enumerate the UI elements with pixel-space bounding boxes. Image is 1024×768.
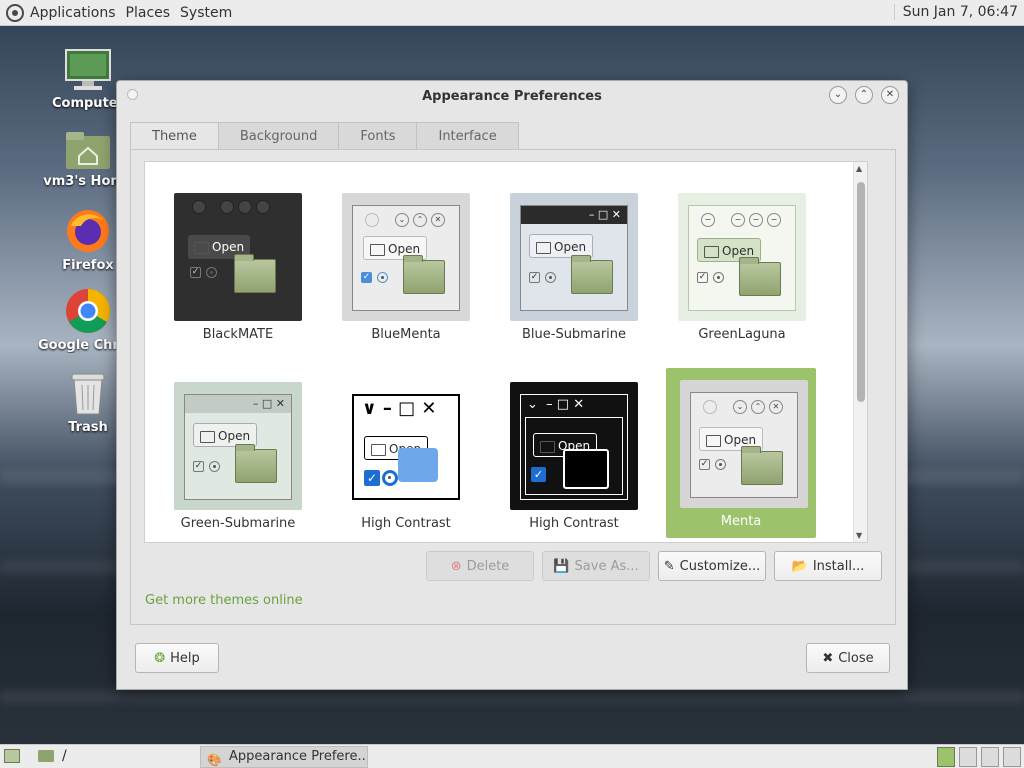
help-label: Help — [170, 650, 200, 666]
get-more-themes-link[interactable]: Get more themes online — [145, 593, 303, 608]
theme-preview: Open ✓ — [174, 193, 302, 321]
show-desktop-icon[interactable] — [4, 749, 20, 763]
close-icon[interactable]: ✕ — [881, 86, 899, 104]
theme-name: BlueMenta — [371, 327, 441, 342]
save-as-button[interactable]: 💾 Save As... — [542, 551, 650, 581]
task-label: Appearance Prefere... — [229, 749, 368, 764]
theme-item-menta[interactable]: ⌄ ⌃ ✕ Open ✓ Menta — [666, 368, 816, 538]
workspace-2[interactable] — [959, 747, 977, 767]
theme-preview: ⌄ ⌃ ✕ Open ✓ — [680, 380, 808, 508]
theme-name: High Contrast — [529, 516, 619, 531]
theme-item-blackmate[interactable]: Open ✓ BlackMATE — [163, 181, 313, 351]
folder-icon[interactable] — [38, 750, 54, 762]
theme-name: High Contrast — [361, 516, 451, 531]
theme-panel: Open ✓ BlackMATE ⌄ ⌃ ✕ Open ✓ BlueMenta … — [130, 149, 896, 625]
appearance-preferences-window: Appearance Preferences ⌄ ⌃ ✕ Theme Backg… — [116, 80, 908, 690]
workspace-3[interactable] — [981, 747, 999, 767]
scroll-thumb[interactable] — [857, 182, 865, 402]
computer-icon — [64, 48, 112, 92]
menu-system[interactable]: System — [180, 5, 232, 21]
tab-theme[interactable]: Theme — [130, 122, 219, 150]
theme-list-scrollbar[interactable]: ▲ ▼ — [853, 162, 867, 542]
trash-icon — [68, 370, 108, 416]
install-button[interactable]: 📂 Install... — [774, 551, 882, 581]
theme-list[interactable]: Open ✓ BlackMATE ⌄ ⌃ ✕ Open ✓ BlueMenta … — [144, 161, 868, 543]
clock[interactable]: Sun Jan 7, 06:47 — [893, 4, 1018, 20]
window-title: Appearance Preferences — [422, 88, 602, 104]
theme-preview: – □ ✕ Open ✓ — [510, 193, 638, 321]
theme-preview: – □ ✕ Open ✓ — [174, 382, 302, 510]
theme-preview: ⌄ – □ ✕ Open ✓ — [510, 382, 638, 510]
theme-item-blue-submarine[interactable]: – □ ✕ Open ✓ Blue-Submarine — [499, 181, 649, 351]
scroll-down-icon[interactable]: ▼ — [856, 531, 862, 540]
theme-item-green-submarine[interactable]: – □ ✕ Open ✓ Green-Submarine — [163, 370, 313, 540]
tab-background[interactable]: Background — [217, 122, 340, 150]
delete-label: Delete — [466, 558, 510, 574]
close-button[interactable]: ✖ Close — [806, 643, 890, 673]
menu-places[interactable]: Places — [126, 5, 171, 21]
customize-label: Customize... — [679, 558, 761, 574]
install-icon: 📂 — [791, 558, 808, 574]
firefox-icon — [65, 208, 111, 254]
minimize-icon[interactable]: ⌄ — [829, 86, 847, 104]
workspace-1[interactable] — [937, 747, 955, 767]
theme-preview: ⌄ ⌃ ✕ Open ✓ — [342, 193, 470, 321]
tab-interface[interactable]: Interface — [416, 122, 519, 150]
theme-name: Green-Submarine — [180, 516, 296, 531]
window-menu-icon[interactable] — [127, 89, 138, 100]
theme-item-high-contrast[interactable]: ∨ – □ ✕ Open ✓ High Contrast — [331, 370, 481, 540]
theme-item-greenlaguna[interactable]: − − − − Open ✓ GreenLaguna — [667, 181, 817, 351]
bottom-panel: / 🎨 Appearance Prefere... — [0, 744, 1024, 768]
help-button[interactable]: ❂ Help — [135, 643, 219, 673]
workspace-4[interactable] — [1003, 747, 1021, 767]
tab-bar: Theme Background Fonts Interface — [130, 122, 519, 150]
tab-fonts[interactable]: Fonts — [338, 122, 418, 150]
mate-logo-icon[interactable] — [6, 3, 24, 22]
menu-applications[interactable]: Applications — [30, 5, 116, 21]
save-icon: 💾 — [553, 558, 570, 574]
install-label: Install... — [812, 558, 865, 574]
theme-item-bluementa[interactable]: ⌄ ⌃ ✕ Open ✓ BlueMenta — [331, 181, 481, 351]
home-folder-icon — [65, 130, 111, 170]
theme-name: Menta — [720, 514, 762, 529]
scroll-up-icon[interactable]: ▲ — [856, 164, 862, 173]
theme-name: GreenLaguna — [698, 327, 786, 342]
taskbar-appearance-preferences[interactable]: 🎨 Appearance Prefere... — [200, 746, 368, 768]
chrome-icon — [65, 288, 111, 334]
theme-preview: − − − − Open ✓ — [678, 193, 806, 321]
titlebar[interactable]: Appearance Preferences ⌄ ⌃ ✕ — [117, 81, 907, 111]
save-as-label: Save As... — [574, 558, 639, 574]
customize-button[interactable]: ✎ Customize... — [658, 551, 766, 581]
theme-name: Blue-Submarine — [521, 327, 627, 342]
help-icon: ❂ — [154, 650, 166, 666]
theme-name: BlackMATE — [202, 327, 274, 342]
top-panel: Applications Places System Sun Jan 7, 06… — [0, 0, 1024, 26]
delete-button[interactable]: ⊗ Delete — [426, 551, 534, 581]
customize-icon: ✎ — [663, 558, 675, 574]
delete-icon: ⊗ — [450, 558, 462, 574]
path-label[interactable]: / — [62, 748, 67, 764]
theme-preview: ∨ – □ ✕ Open ✓ — [342, 382, 470, 510]
close-button-icon: ✖ — [822, 650, 834, 666]
theme-item-high-contrast-inverse[interactable]: ⌄ – □ ✕ Open ✓ High Contrast — [499, 370, 649, 540]
appearance-app-icon: 🎨 — [207, 753, 222, 767]
maximize-icon[interactable]: ⌃ — [855, 86, 873, 104]
close-label: Close — [838, 650, 874, 666]
